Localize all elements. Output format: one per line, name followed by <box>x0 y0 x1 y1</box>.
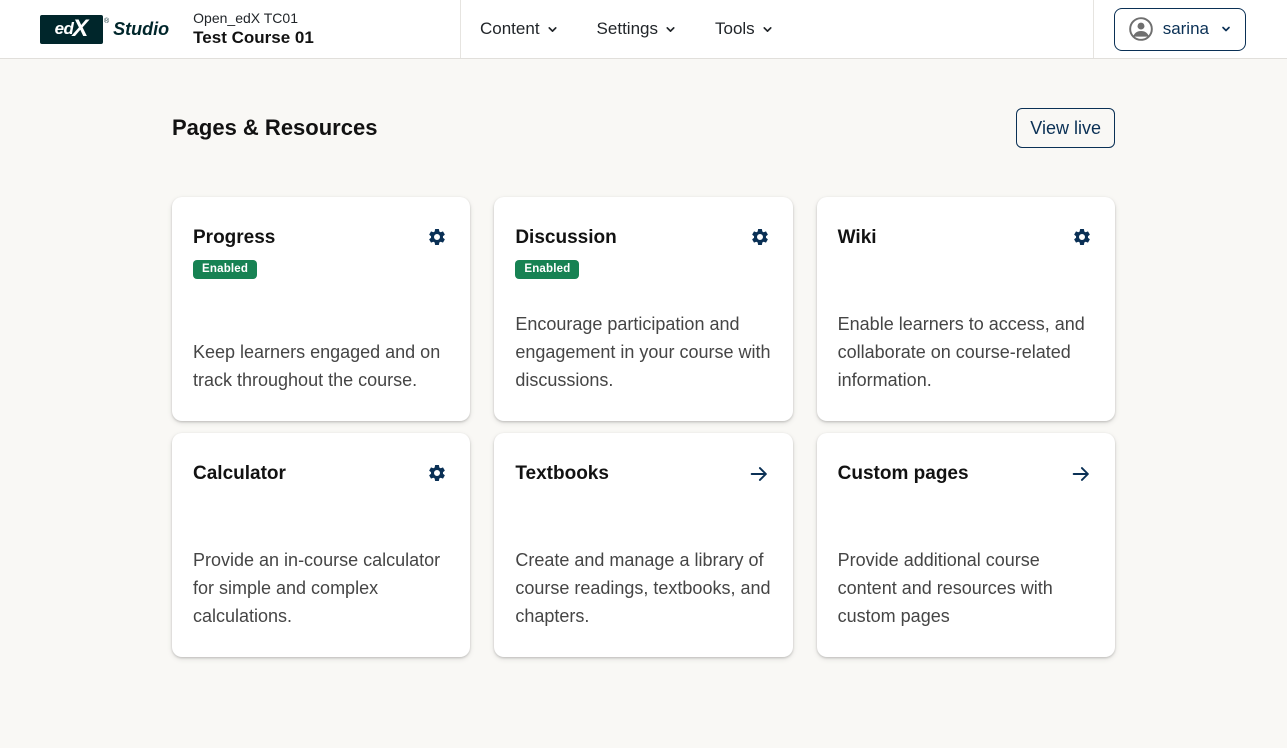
card-title: Textbooks <box>515 463 609 485</box>
card-title-group: Progress Enabled <box>193 227 275 279</box>
textbooks-open-button[interactable] <box>746 461 772 490</box>
edx-logo-x: X <box>72 17 88 41</box>
card-header: Textbooks <box>515 463 771 490</box>
wiki-settings-button[interactable] <box>1070 225 1094 252</box>
card-progress: Progress Enabled Keep learners engaged a… <box>172 197 470 421</box>
view-live-button[interactable]: View live <box>1016 108 1115 148</box>
avatar-icon <box>1128 16 1154 42</box>
course-org-number: Open_edX TC01 <box>193 9 314 27</box>
card-description: Keep learners engaged and on track throu… <box>193 338 449 394</box>
card-header: Calculator <box>193 463 449 488</box>
card-title-group: Wiki <box>838 227 877 249</box>
card-title-group: Textbooks <box>515 463 609 485</box>
nav-content-dropdown[interactable]: Content <box>480 19 559 39</box>
course-title: Test Course 01 <box>193 27 314 49</box>
card-header: Progress Enabled <box>193 227 449 279</box>
nav-settings-dropdown[interactable]: Settings <box>597 19 677 39</box>
nav-settings-label: Settings <box>597 19 658 39</box>
card-calculator: Calculator Provide an in-course calculat… <box>172 433 470 657</box>
card-title: Discussion <box>515 227 616 249</box>
card-title: Custom pages <box>838 463 969 485</box>
card-wiki: Wiki Enable learners to access, and coll… <box>817 197 1115 421</box>
calculator-settings-button[interactable] <box>425 461 449 488</box>
card-description: Provide additional course content and re… <box>838 546 1094 630</box>
arrow-right-icon <box>748 463 770 488</box>
card-title: Wiki <box>838 227 877 249</box>
card-custom-pages: Custom pages Provide additional course c… <box>817 433 1115 657</box>
card-title: Progress <box>193 227 275 249</box>
status-badge: Enabled <box>193 260 257 279</box>
pages-resources-grid: Progress Enabled Keep learners engaged a… <box>172 197 1115 657</box>
nav-tools-dropdown[interactable]: Tools <box>715 19 774 39</box>
card-textbooks: Textbooks Create and manage a library of… <box>494 433 792 657</box>
card-header: Custom pages <box>838 463 1094 490</box>
header-spacer <box>812 0 1093 58</box>
card-title-group: Custom pages <box>838 463 969 485</box>
custom-pages-open-button[interactable] <box>1068 461 1094 490</box>
card-title: Calculator <box>193 463 286 485</box>
card-description: Provide an in-course calculator for simp… <box>193 546 449 630</box>
user-menu-area: sarina <box>1094 0 1287 58</box>
card-title-group: Discussion Enabled <box>515 227 616 279</box>
edx-logo-box: edX <box>40 15 103 44</box>
edx-logo-ed: ed <box>55 19 74 39</box>
card-header: Wiki <box>838 227 1094 252</box>
gear-icon <box>427 463 447 486</box>
edx-studio-logo[interactable]: edX ® Studio <box>40 15 169 44</box>
arrow-right-icon <box>1070 463 1092 488</box>
chevron-down-icon <box>546 23 559 36</box>
username-label: sarina <box>1163 19 1209 39</box>
discussion-settings-button[interactable] <box>748 225 772 252</box>
main-content: Pages & Resources View live Progress Ena… <box>172 108 1115 657</box>
page-header: Pages & Resources View live <box>172 108 1115 148</box>
progress-settings-button[interactable] <box>425 225 449 252</box>
user-menu-button[interactable]: sarina <box>1114 8 1246 51</box>
card-header: Discussion Enabled <box>515 227 771 279</box>
gear-icon <box>1072 227 1092 250</box>
card-title-group: Calculator <box>193 463 286 485</box>
header: edX ® Studio Open_edX TC01 Test Course 0… <box>0 0 1287 59</box>
course-info: Open_edX TC01 Test Course 01 <box>193 9 314 49</box>
gear-icon <box>427 227 447 250</box>
card-description: Enable learners to access, and collabora… <box>838 310 1094 394</box>
chevron-down-icon <box>761 23 774 36</box>
studio-pages-resources-screen: edX ® Studio Open_edX TC01 Test Course 0… <box>0 0 1287 748</box>
registered-mark: ® <box>104 18 109 25</box>
studio-wordmark: Studio <box>113 19 169 40</box>
chevron-down-icon <box>664 23 677 36</box>
nav-content-label: Content <box>480 19 540 39</box>
main-nav: Content Settings Tools <box>461 0 812 58</box>
header-left-group: edX ® Studio Open_edX TC01 Test Course 0… <box>0 0 460 58</box>
chevron-down-icon <box>1220 23 1232 35</box>
card-description: Encourage participation and engagement i… <box>515 310 771 394</box>
status-badge: Enabled <box>515 260 579 279</box>
nav-tools-label: Tools <box>715 19 755 39</box>
gear-icon <box>750 227 770 250</box>
page-title: Pages & Resources <box>172 115 377 141</box>
card-description: Create and manage a library of course re… <box>515 546 771 630</box>
card-discussion: Discussion Enabled Encourage participati… <box>494 197 792 421</box>
